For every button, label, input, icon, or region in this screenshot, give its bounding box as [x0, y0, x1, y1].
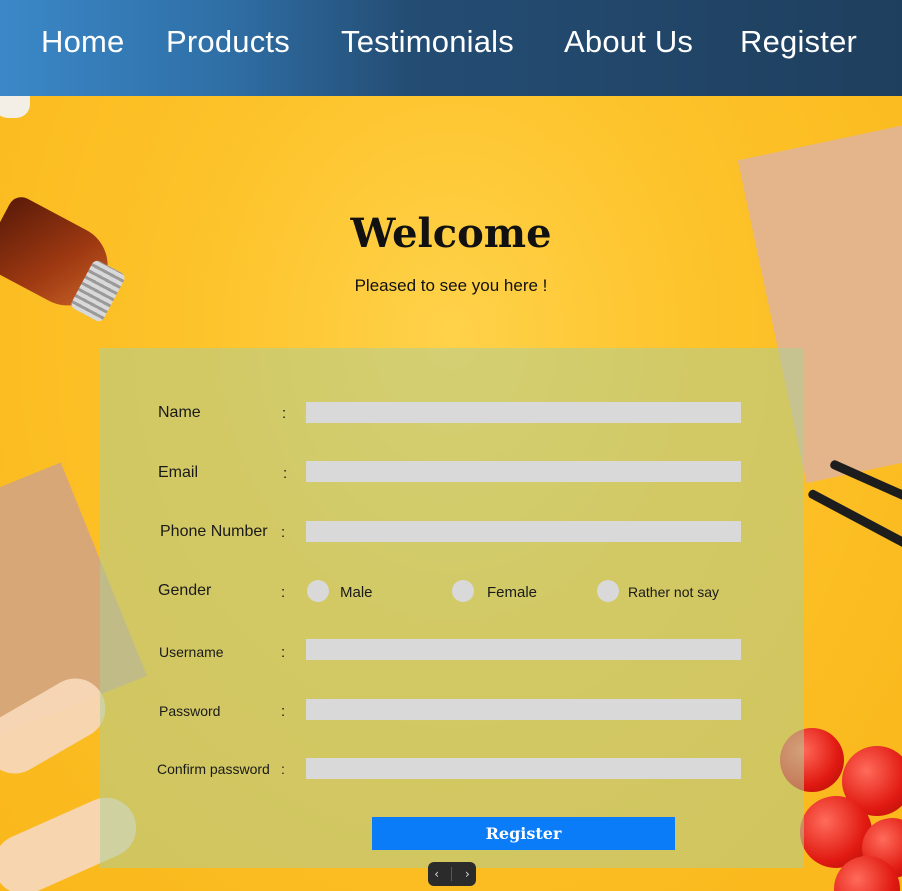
username-colon: :	[281, 644, 286, 661]
email-colon: :	[283, 465, 288, 482]
gender-male-radio[interactable]	[307, 580, 329, 602]
welcome-subtitle: Pleased to see you here !	[354, 276, 548, 295]
chevron-right-icon[interactable]: ›	[465, 867, 470, 881]
registration-form-panel	[100, 348, 804, 868]
pager-divider	[451, 867, 453, 881]
gender-label: Gender	[158, 582, 212, 599]
phone-number-field[interactable]	[306, 521, 741, 542]
nav-products-link[interactable]: Products	[166, 24, 290, 60]
gender-colon: :	[281, 584, 286, 601]
confirm-password-colon: :	[281, 761, 285, 777]
username-field[interactable]	[306, 639, 741, 660]
chopstick-decoration	[806, 488, 902, 553]
email-field[interactable]	[306, 461, 741, 482]
gender-female-label: Female	[487, 584, 538, 601]
password-colon: :	[281, 703, 286, 720]
gender-rather-not-say-label: Rather not say	[628, 584, 720, 600]
username-label: Username	[159, 644, 224, 660]
password-label: Password	[159, 703, 221, 719]
gender-male-label: Male	[340, 584, 373, 601]
name-field[interactable]	[306, 402, 741, 423]
gender-female-radio[interactable]	[452, 580, 474, 602]
nav-about-us-link[interactable]: About Us	[564, 24, 693, 60]
name-colon: :	[282, 405, 287, 422]
chevron-left-icon[interactable]: ‹	[434, 867, 439, 881]
phone-colon: :	[281, 524, 286, 541]
nav-home-link[interactable]: Home	[41, 24, 125, 60]
gender-rather-not-say-radio[interactable]	[597, 580, 619, 602]
nav-register-link[interactable]: Register	[740, 24, 857, 60]
phone-number-label: Phone Number	[160, 523, 268, 540]
email-label: Email	[158, 464, 199, 481]
confirm-password-label: Confirm password	[157, 761, 270, 777]
register-submit-button[interactable]: Register	[372, 817, 675, 850]
nav-testimonials-link[interactable]: Testimonials	[341, 24, 514, 60]
top-navbar: Home Products Testimonials About Us Regi…	[0, 0, 902, 96]
name-label: Name	[158, 404, 201, 421]
welcome-heading: Welcome	[350, 210, 552, 257]
password-field[interactable]	[306, 699, 741, 720]
confirm-password-field[interactable]	[306, 758, 741, 779]
cup-decoration	[0, 96, 30, 118]
page-navigation-control: ‹ ›	[428, 862, 476, 886]
